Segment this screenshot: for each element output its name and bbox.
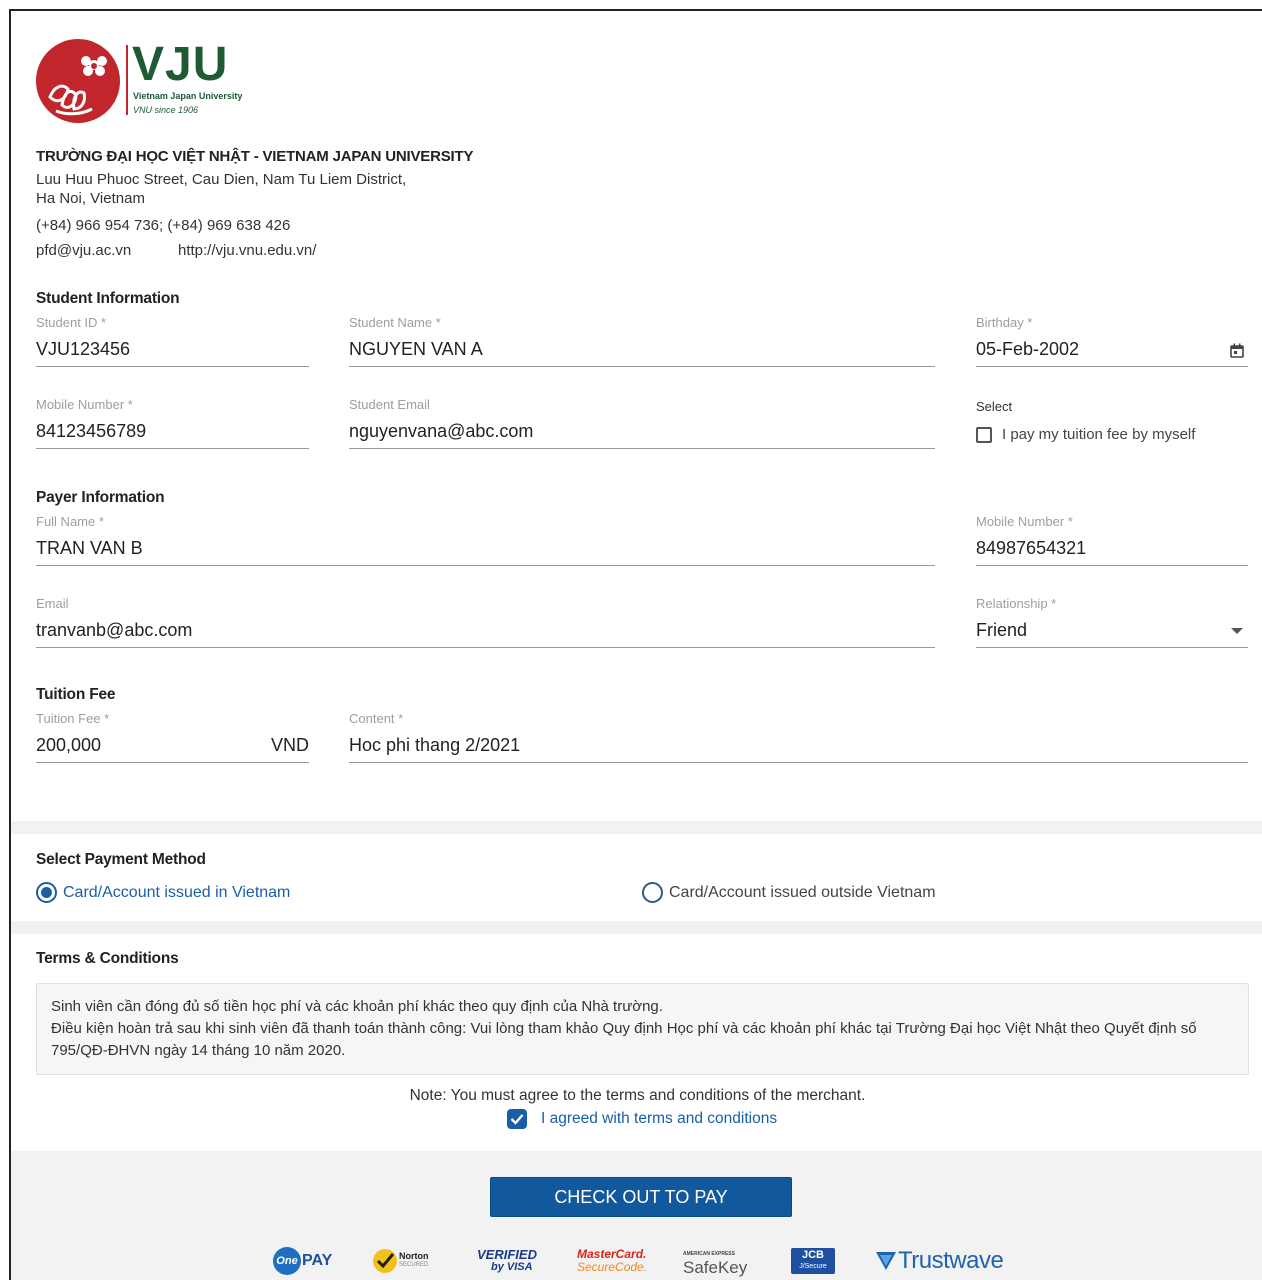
onepay-logo: One PAY: [273, 1243, 332, 1279]
logo-divider: [126, 45, 128, 115]
terms-note: Note: You must agree to the terms and co…: [409, 1087, 866, 1104]
onepay-circle: One: [273, 1247, 301, 1275]
amex-bottom-text: SafeKey: [683, 1258, 748, 1277]
student-mobile-label: Mobile Number *: [36, 397, 133, 412]
student-id-value[interactable]: VJU123456: [36, 339, 130, 360]
terms-line-2: Điều kiện hoàn trả sau khi sinh viên đã …: [51, 1020, 1197, 1059]
student-name-label: Student Name *: [349, 315, 441, 330]
vju-logo: VJU Vietnam Japan University VNU since 1…: [36, 39, 266, 129]
payer-mobile-value[interactable]: 84987654321: [976, 538, 1086, 559]
student-email-value[interactable]: nguyenvana@abc.com: [349, 421, 533, 442]
select-label: Select: [976, 399, 1013, 414]
agree-checkbox[interactable]: [507, 1109, 527, 1129]
student-id-label: Student ID *: [36, 315, 107, 330]
agree-checkbox-row[interactable]: I agreed with terms and conditions: [507, 1109, 777, 1129]
content-value[interactable]: Hoc phi thang 2/2021: [349, 735, 520, 756]
verified-by-visa-logo: VERIFIED by VISA: [477, 1243, 537, 1279]
payer-section-title: Payer Information: [36, 489, 165, 506]
logo-wordmark: VJU: [132, 38, 229, 91]
radio-selected[interactable]: [36, 882, 57, 903]
payer-email-label: Email: [36, 596, 69, 611]
payment-option-vietnam[interactable]: Card/Account issued in Vietnam: [36, 882, 290, 903]
terms-line-1: Sinh viên cần đóng đủ số tiền học phí và…: [51, 998, 663, 1015]
caret-down-icon[interactable]: [1230, 627, 1244, 635]
tuition-fee-field[interactable]: Tuition Fee * 200,000 VND: [36, 711, 309, 763]
content-label: Content *: [349, 711, 404, 726]
payment-option-outside[interactable]: Card/Account issued outside Vietnam: [642, 882, 936, 903]
payer-email-value[interactable]: tranvanb@abc.com: [36, 620, 192, 641]
content-field[interactable]: Content * Hoc phi thang 2/2021: [349, 711, 1248, 763]
amex-safekey-logo: AMERICAN EXPRESS SafeKey: [683, 1243, 747, 1279]
student-mobile-field[interactable]: Mobile Number * 84123456789: [36, 397, 309, 449]
calendar-icon[interactable]: [1230, 343, 1244, 358]
norton-text: Norton: [399, 1251, 429, 1261]
terms-text-box: Sinh viên cần đóng đủ số tiền học phí và…: [36, 983, 1249, 1075]
relationship-select[interactable]: Relationship * Friend: [976, 596, 1248, 648]
payer-name-label: Full Name *: [36, 514, 104, 529]
university-name: TRƯỜNG ĐẠI HỌC VIỆT NHẬT - VIETNAM JAPAN…: [36, 148, 474, 165]
payment-option-outside-label: Card/Account issued outside Vietnam: [669, 883, 936, 901]
self-pay-checkbox-row[interactable]: I pay my tuition fee by myself: [976, 426, 1195, 443]
agree-label[interactable]: I agreed with terms and conditions: [541, 1110, 777, 1128]
tuition-fee-value[interactable]: 200,000: [36, 735, 101, 756]
birthday-field[interactable]: Birthday * 05-Feb-2002: [976, 315, 1248, 367]
visa-bottom-text: by VISA: [491, 1261, 533, 1273]
student-name-field[interactable]: Student Name * NGUYEN VAN A: [349, 315, 935, 367]
payment-option-vietnam-label: Card/Account issued in Vietnam: [63, 883, 291, 901]
birthday-label: Birthday *: [976, 315, 1033, 330]
student-section-title: Student Information: [36, 290, 180, 307]
lotus-flower-icon: [48, 56, 107, 116]
phone-numbers: (+84) 966 954 736; (+84) 969 638 426: [36, 217, 291, 234]
mastercard-securecode-logo: MasterCard. SecureCode.: [577, 1243, 647, 1279]
birthday-value[interactable]: 05-Feb-2002: [976, 339, 1079, 360]
currency-suffix: VND: [270, 735, 309, 755]
relationship-value[interactable]: Friend: [976, 620, 1027, 641]
jcb-text: JCB: [801, 1249, 824, 1261]
partner-logos: One PAY Norton SECURED VERIFIED by VISA …: [11, 1243, 1262, 1280]
address-line-2: Ha Noi, Vietnam: [36, 190, 145, 207]
logo-university-name: Vietnam Japan University: [133, 91, 243, 101]
payment-section-title: Select Payment Method: [36, 851, 206, 868]
student-email-field[interactable]: Student Email nguyenvana@abc.com: [349, 397, 935, 449]
jsecure-text: J/Secure: [799, 1263, 827, 1270]
trustwave-mark-icon: [876, 1252, 896, 1270]
visa-top-text: VERIFIED: [477, 1247, 537, 1262]
payer-email-field[interactable]: Email tranvanb@abc.com: [36, 596, 935, 648]
student-name-value[interactable]: NGUYEN VAN A: [349, 339, 483, 360]
payer-mobile-label: Mobile Number *: [976, 514, 1073, 529]
student-id-field[interactable]: Student ID * VJU123456: [36, 315, 309, 367]
norton-secured-logo: Norton SECURED: [373, 1243, 429, 1279]
norton-sub-text: SECURED: [399, 1262, 429, 1268]
mastercard-bottom-text: SecureCode.: [577, 1260, 648, 1274]
section-divider: [11, 921, 1262, 934]
student-mobile-value[interactable]: 84123456789: [36, 421, 146, 442]
address-line-1: Luu Huu Phuoc Street, Cau Dien, Nam Tu L…: [36, 171, 407, 188]
website-link[interactable]: http://vju.vnu.edu.vn/: [178, 242, 316, 259]
tuition-section-title: Tuition Fee: [36, 686, 116, 703]
logo-tagline: VNU since 1906: [133, 105, 199, 115]
contact-email: pfd@vju.ac.vn: [36, 242, 132, 259]
checkmark-icon: [510, 1114, 524, 1125]
checkout-button[interactable]: CHECK OUT TO PAY: [490, 1177, 792, 1217]
self-pay-label: I pay my tuition fee by myself: [1002, 426, 1196, 443]
self-pay-checkbox[interactable]: [976, 426, 992, 443]
onepay-text: PAY: [302, 1252, 333, 1269]
trustwave-text: Trustwave: [898, 1247, 1004, 1274]
jcb-jsecure-logo: JCB J/Secure: [791, 1243, 835, 1279]
payer-name-value[interactable]: TRAN VAN B: [36, 538, 143, 559]
payer-mobile-field[interactable]: Mobile Number * 84987654321: [976, 514, 1248, 566]
relationship-label: Relationship *: [976, 596, 1057, 611]
norton-check-icon: [373, 1249, 397, 1273]
tuition-fee-label: Tuition Fee *: [36, 711, 110, 726]
payer-name-field[interactable]: Full Name * TRAN VAN B: [36, 514, 935, 566]
page-frame: VJU Vietnam Japan University VNU since 1…: [9, 9, 1262, 1280]
student-email-label: Student Email: [349, 397, 430, 412]
terms-section-title: Terms & Conditions: [36, 950, 179, 967]
section-divider: [11, 821, 1262, 834]
radio-unselected[interactable]: [642, 882, 663, 903]
trustwave-logo: Trustwave: [876, 1243, 1004, 1279]
